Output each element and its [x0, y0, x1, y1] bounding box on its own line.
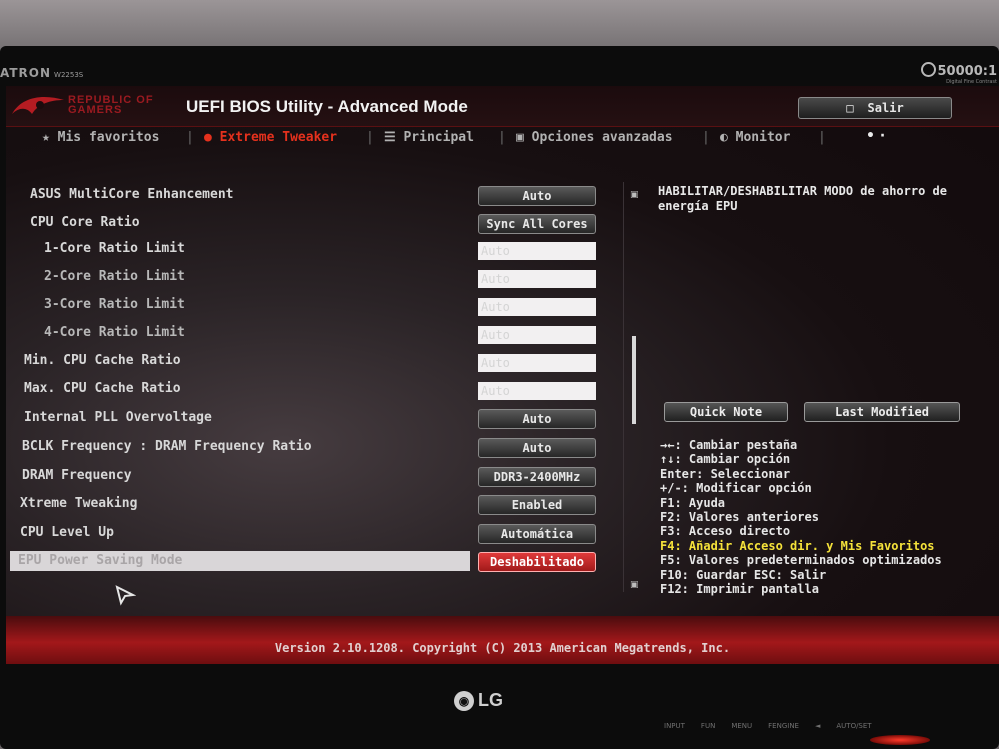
monitor-brand: ATRON W2253S	[0, 66, 83, 80]
setting-value-field[interactable]: Auto	[478, 354, 596, 372]
monitor-button[interactable]: MENU	[731, 722, 752, 730]
tab-main-label: Principal	[403, 130, 474, 145]
tab-extreme-tweaker-label: Extreme Tweaker	[219, 130, 338, 145]
advanced-icon: ▣	[516, 130, 524, 145]
setting-label: 1-Core Ratio Limit	[44, 241, 185, 256]
tab-separator: |	[818, 130, 826, 145]
key-legend-item: F2: Valores anteriores	[660, 510, 819, 525]
setting-label: 4-Core Ratio Limit	[44, 325, 185, 340]
setting-label: CPU Level Up	[20, 525, 114, 540]
tab-favorites[interactable]: ★ Mis favoritos	[42, 130, 159, 145]
power-led-icon	[870, 735, 930, 745]
contrast-label: 50000:1	[937, 64, 997, 79]
key-legend-item: +/-: Modificar opción	[660, 481, 812, 496]
monitor-logo-text: LG	[478, 690, 503, 710]
key-legend-item: F5: Valores predeterminados optimizados	[660, 553, 942, 568]
tab-bar: ★ Mis favoritos | ● Extreme Tweaker | ☰ …	[6, 128, 999, 152]
monitor-button[interactable]: ◄	[815, 722, 820, 730]
key-legend-item: F1: Ayuda	[660, 495, 726, 510]
last-modified-button[interactable]: Last Modified	[804, 402, 960, 422]
key-legend-item: ↑↓: Cambiar opción	[660, 452, 791, 467]
key-legend-item: F10: Guardar ESC: Salir	[660, 567, 827, 582]
help-description: HABILITAR/DESHABILITAR MODO de ahorro de…	[658, 184, 947, 213]
monitor-button[interactable]: FENGINE	[768, 722, 799, 730]
star-icon: ★	[42, 130, 50, 145]
setting-value-button[interactable]: Automática	[478, 524, 596, 544]
monitor-button[interactable]: FUN	[701, 722, 715, 730]
exit-label: Salir	[867, 101, 904, 115]
key-legend-item: F12: Imprimir pantalla	[660, 582, 819, 597]
monitor-buttons: INPUT FUN MENU FENGINE ◄ AUTO/SET	[664, 722, 872, 730]
tab-main[interactable]: ☰ Principal	[384, 130, 474, 145]
setting-value-button[interactable]: Sync All Cores	[478, 214, 596, 234]
tab-advanced-label: Opciones avanzadas	[531, 130, 673, 145]
tab-advanced[interactable]: ▣ Opciones avanzadas	[516, 130, 673, 145]
setting-label: ASUS MultiCore Enhancement	[30, 187, 234, 202]
mouse-pointer-icon	[115, 585, 136, 606]
setting-value-button[interactable]: Auto	[478, 438, 596, 458]
tab-extreme-tweaker[interactable]: ● Extreme Tweaker	[204, 130, 337, 145]
setting-value-field[interactable]: Auto	[478, 270, 596, 288]
bios-footer	[6, 616, 999, 664]
monitor-brand-label: ATRON	[0, 66, 52, 80]
setting-label: 2-Core Ratio Limit	[44, 269, 185, 284]
contrast-ring-icon	[920, 62, 936, 77]
setting-value-button-selected[interactable]: Deshabilitado	[478, 552, 596, 572]
rog-logo-text: REPUBLIC OF GAMERS	[68, 94, 154, 116]
setting-value-button[interactable]: Enabled	[478, 495, 596, 515]
scrollbar-thumb[interactable]	[632, 336, 636, 424]
exit-door-icon: □	[846, 101, 854, 115]
monitor-button[interactable]: INPUT	[664, 722, 685, 730]
setting-value-field[interactable]: Auto	[478, 382, 596, 400]
tab-separator: |	[186, 130, 194, 145]
key-legend-item: F3: Acceso directo	[660, 524, 791, 539]
contrast-badge: 50000:1 Digital Fine Contrast	[920, 62, 997, 85]
scroll-up-icon[interactable]: ▣	[630, 190, 640, 200]
quick-note-button[interactable]: Quick Note	[664, 402, 788, 422]
tweaker-icon: ●	[204, 130, 212, 145]
bios-header: REPUBLIC OF GAMERS UEFI BIOS Utility - A…	[6, 86, 999, 127]
panel-divider	[623, 182, 624, 592]
key-legend: →←: Cambiar pestaña ↑↓: Cambiar opción E…	[660, 438, 990, 596]
monitor-button[interactable]: AUTO/SET	[836, 722, 871, 730]
setting-label: CPU Core Ratio	[30, 215, 140, 230]
setting-value-field[interactable]: Auto	[478, 298, 596, 316]
tab-favorites-label: Mis favoritos	[57, 130, 160, 145]
rog-eye-icon	[12, 96, 64, 114]
key-legend-item-highlight: F4: Añadir Acceso dir. y Mis Favoritos	[660, 538, 935, 553]
key-legend-item: →←: Cambiar pestaña	[660, 438, 798, 452]
setting-value-button[interactable]: Auto	[478, 409, 596, 429]
page-title: UEFI BIOS Utility - Advanced Mode	[186, 97, 468, 116]
setting-value-button[interactable]: Auto	[478, 186, 596, 206]
setting-value-field[interactable]: Auto	[478, 242, 596, 260]
tab-separator: |	[498, 130, 506, 145]
setting-label: 3-Core Ratio Limit	[44, 297, 185, 312]
setting-label: BCLK Frequency : DRAM Frequency Ratio	[22, 439, 312, 454]
more-tabs-icon[interactable]: • ·	[866, 128, 885, 144]
version-text: Version 2.10.1208. Copyright (C) 2013 Am…	[274, 641, 731, 655]
monitor-logo: ◉ LG	[454, 690, 503, 711]
tab-separator: |	[702, 130, 710, 145]
monitor-model-label: W2253S	[54, 71, 84, 79]
setting-label: Min. CPU Cache Ratio	[24, 353, 181, 368]
setting-value-field[interactable]: Auto	[478, 326, 596, 344]
list-icon: ☰	[384, 130, 396, 145]
tab-monitor-label: Monitor	[735, 130, 791, 145]
tab-monitor[interactable]: ◐ Monitor	[720, 130, 790, 145]
setting-label: Internal PLL Overvoltage	[24, 410, 212, 425]
exit-button[interactable]: □ Salir	[798, 97, 952, 119]
bios-screen: REPUBLIC OF GAMERS UEFI BIOS Utility - A…	[6, 86, 999, 664]
monitor-icon: ◐	[720, 130, 728, 145]
setting-label: DRAM Frequency	[22, 468, 132, 483]
lg-logo-icon: ◉	[454, 690, 474, 711]
scroll-down-icon[interactable]: ▣	[630, 580, 640, 590]
key-legend-item: Enter: Seleccionar	[660, 466, 791, 481]
setting-value-button[interactable]: DDR3-2400MHz	[478, 467, 596, 487]
setting-label: Max. CPU Cache Ratio	[24, 381, 181, 396]
setting-label: Xtreme Tweaking	[20, 496, 138, 511]
setting-label-selected: EPU Power Saving Mode	[18, 553, 183, 568]
contrast-sub-label: Digital Fine Contrast	[946, 79, 997, 85]
tab-separator: |	[366, 130, 374, 145]
